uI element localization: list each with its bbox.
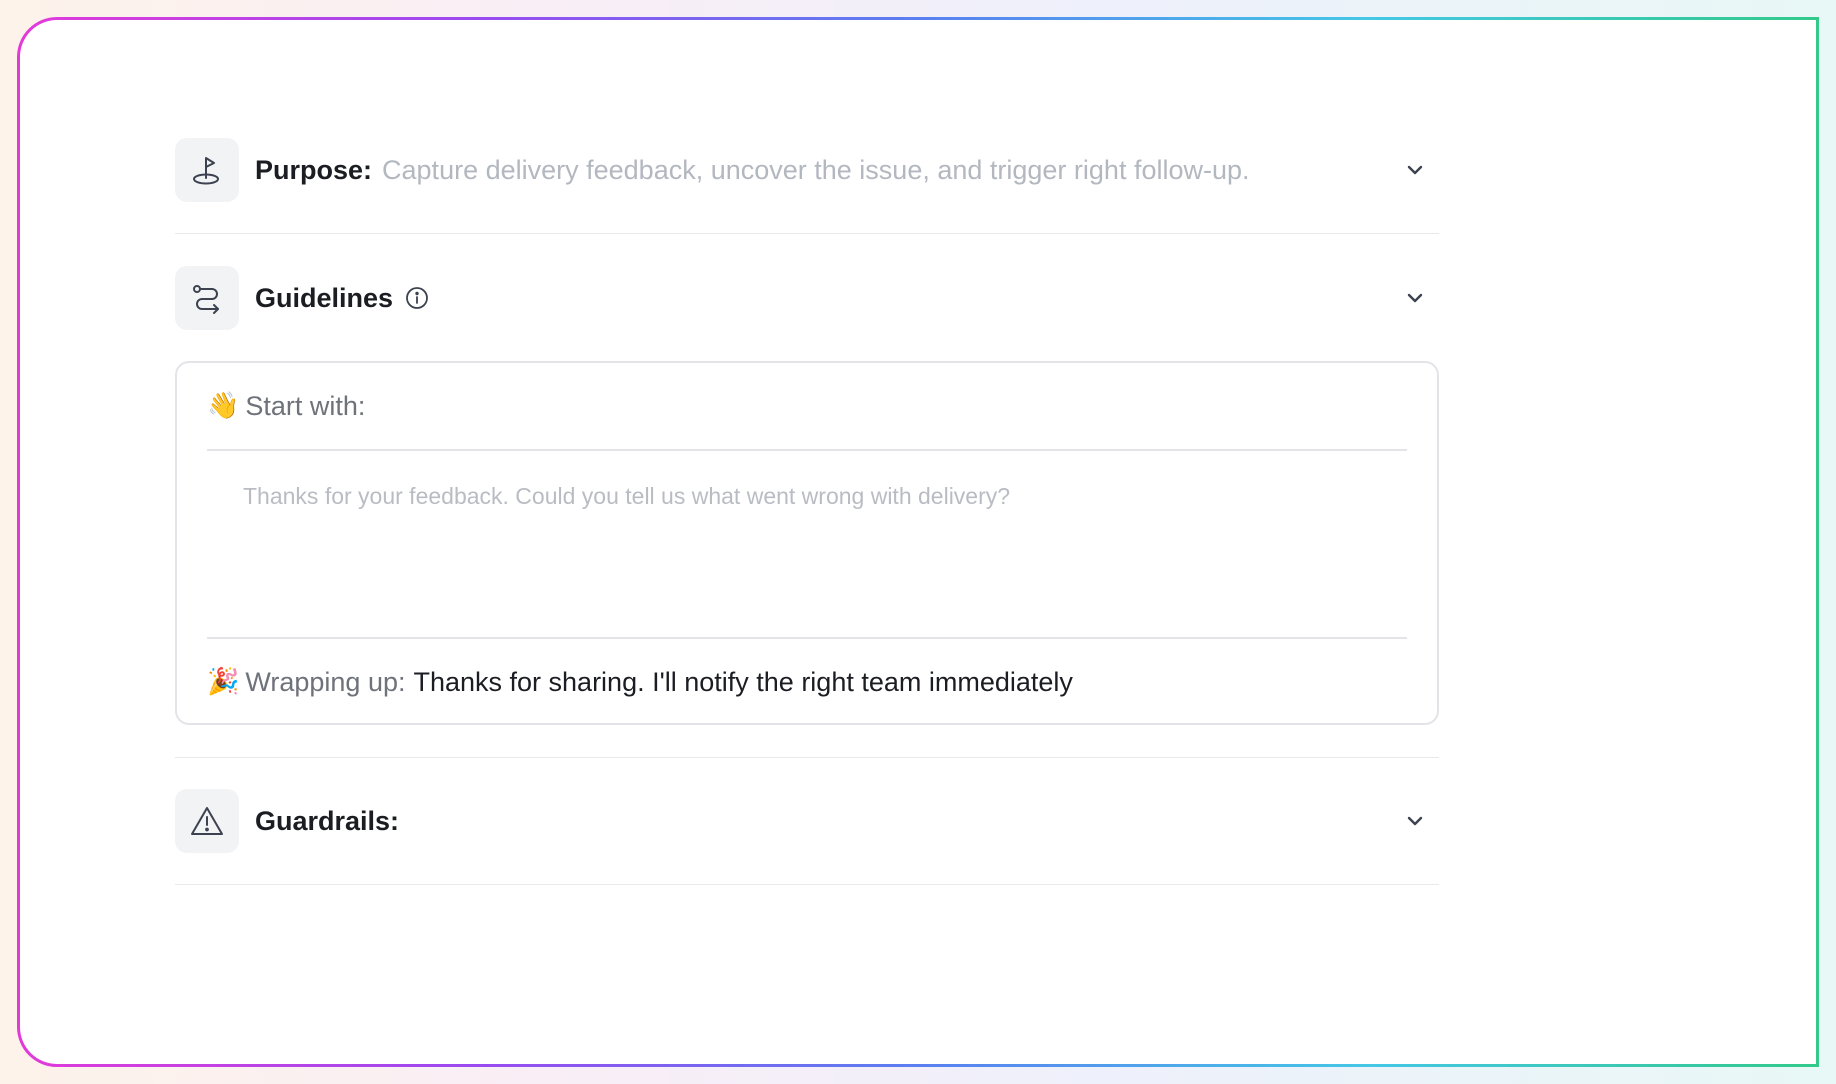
purpose-title: Purpose:: [255, 154, 373, 185]
guidelines-card: 👋 Start with: Thanks for your feedback. …: [175, 361, 1439, 725]
route-icon: [193, 285, 219, 314]
purpose-section-header[interactable]: Purpose: Capture delivery feedback, unco…: [175, 138, 1439, 202]
start-with-placeholder: Thanks for your feedback. Could you tell…: [243, 483, 1011, 509]
divider: [175, 757, 1439, 758]
start-with-input[interactable]: Thanks for your feedback. Could you tell…: [207, 451, 1407, 637]
agent-config-content: Purpose: Capture delivery feedback, unco…: [175, 138, 1439, 885]
waving-hand-icon: 👋: [207, 391, 240, 421]
wrapping-up-value: Thanks for sharing. I'll notify the righ…: [413, 666, 1073, 697]
divider: [175, 884, 1439, 885]
chevron-down-icon: [1407, 165, 1423, 175]
flag-pin-icon: [193, 157, 219, 185]
start-with-label: Start with:: [245, 390, 366, 421]
guardrails-section-header[interactable]: Guardrails:: [175, 789, 1439, 853]
wrapping-up-label: Wrapping up:: [245, 666, 406, 697]
info-icon[interactable]: [405, 286, 429, 310]
panel: Purpose: Capture delivery feedback, unco…: [20, 20, 1816, 1064]
guidelines-section-header[interactable]: Guidelines: [175, 266, 1439, 330]
warning-triangle-icon: [191, 807, 223, 835]
purpose-icon-box: [175, 138, 239, 202]
gradient-frame: Purpose: Capture delivery feedback, unco…: [17, 17, 1819, 1067]
divider: [175, 233, 1439, 234]
guidelines-icon-box: [175, 266, 239, 330]
purpose-expand-chevron[interactable]: [1403, 158, 1427, 182]
chevron-down-icon: [1407, 816, 1423, 826]
wrapping-up-row[interactable]: 🎉 Wrapping up: Thanks for sharing. I'll …: [207, 639, 1407, 725]
guardrails-title: Guardrails:: [255, 805, 400, 836]
guidelines-expand-chevron[interactable]: [1403, 286, 1427, 310]
chevron-down-icon: [1407, 293, 1423, 303]
guardrails-expand-chevron[interactable]: [1403, 809, 1427, 833]
guardrails-icon-box: [175, 789, 239, 853]
purpose-description: Capture delivery feedback, uncover the i…: [382, 154, 1250, 185]
start-with-row: 👋 Start with:: [207, 363, 1407, 449]
party-popper-icon: 🎉: [207, 667, 240, 697]
guidelines-title: Guidelines: [255, 282, 394, 313]
